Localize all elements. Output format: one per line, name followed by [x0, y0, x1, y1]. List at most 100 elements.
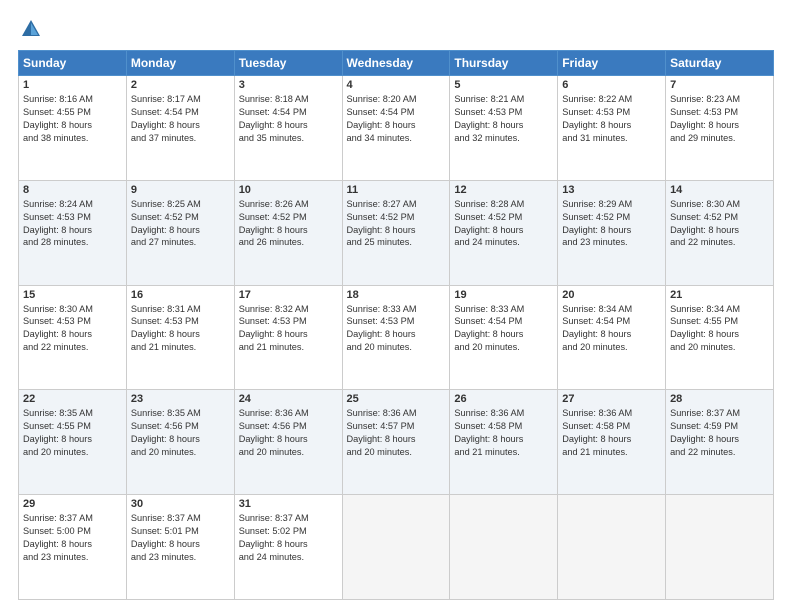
calendar-cell: 29Sunrise: 8:37 AMSunset: 5:00 PMDayligh… [19, 495, 127, 600]
day-number: 2 [131, 79, 230, 91]
day-number: 14 [670, 184, 769, 196]
day-number: 17 [239, 289, 338, 301]
day-number: 8 [23, 184, 122, 196]
day-number: 6 [562, 79, 661, 91]
day-number: 13 [562, 184, 661, 196]
calendar-cell: 15Sunrise: 8:30 AMSunset: 4:53 PMDayligh… [19, 285, 127, 390]
calendar-cell: 6 Sunrise: 8:22 AMSunset: 4:53 PMDaylight… [558, 76, 666, 181]
day-info: Sunrise: 8:33 AMSunset: 4:54 PMDaylight:… [454, 303, 553, 355]
day-info: Sunrise: 8:37 AMSunset: 5:00 PMDaylight:… [23, 512, 122, 564]
calendar-cell: 9 Sunrise: 8:25 AMSunset: 4:52 PMDaylight… [126, 180, 234, 285]
calendar-cell: 12 Sunrise: 8:28 AMSunset: 4:52 PMDayligh… [450, 180, 558, 285]
day-info: Sunrise: 8:22 AMSunset: 4:53 PMDaylight:… [562, 93, 661, 145]
calendar-header-saturday: Saturday [666, 51, 774, 76]
calendar-cell: 28Sunrise: 8:37 AMSunset: 4:59 PMDayligh… [666, 390, 774, 495]
calendar-cell: 20Sunrise: 8:34 AMSunset: 4:54 PMDayligh… [558, 285, 666, 390]
calendar-cell [558, 495, 666, 600]
calendar-cell: 21 Sunrise: 8:34 AMSunset: 4:55 PMDayligh… [666, 285, 774, 390]
day-info: Sunrise: 8:20 AMSunset: 4:54 PMDaylight:… [347, 93, 446, 145]
calendar-table: SundayMondayTuesdayWednesdayThursdayFrid… [18, 50, 774, 600]
day-info: Sunrise: 8:36 AMSunset: 4:58 PMDaylight:… [454, 407, 553, 459]
calendar-cell: 16Sunrise: 8:31 AMSunset: 4:53 PMDayligh… [126, 285, 234, 390]
calendar-cell: 13 Sunrise: 8:29 AMSunset: 4:52 PMDayligh… [558, 180, 666, 285]
calendar-cell: 31 Sunrise: 8:37 AMSunset: 5:02 PMDayligh… [234, 495, 342, 600]
calendar-cell: 30 Sunrise: 8:37 AMSunset: 5:01 PMDayligh… [126, 495, 234, 600]
calendar-cell: 17 Sunrise: 8:32 AMSunset: 4:53 PMDayligh… [234, 285, 342, 390]
day-info: Sunrise: 8:36 AMSunset: 4:56 PMDaylight:… [239, 407, 338, 459]
calendar-cell: 23 Sunrise: 8:35 AMSunset: 4:56 PMDayligh… [126, 390, 234, 495]
calendar-cell: 2 Sunrise: 8:17 AMSunset: 4:54 PMDaylight… [126, 76, 234, 181]
day-number: 19 [454, 289, 553, 301]
day-info: Sunrise: 8:30 AMSunset: 4:52 PMDaylight:… [670, 198, 769, 250]
day-info: Sunrise: 8:25 AMSunset: 4:52 PMDaylight:… [131, 198, 230, 250]
day-number: 28 [670, 393, 769, 405]
day-info: Sunrise: 8:32 AMSunset: 4:53 PMDaylight:… [239, 303, 338, 355]
header [18, 18, 774, 40]
day-number: 30 [131, 498, 230, 510]
day-number: 12 [454, 184, 553, 196]
calendar-header-wednesday: Wednesday [342, 51, 450, 76]
calendar-header-tuesday: Tuesday [234, 51, 342, 76]
day-number: 1 [23, 79, 122, 91]
calendar-cell [450, 495, 558, 600]
calendar-cell: 26 Sunrise: 8:36 AMSunset: 4:58 PMDayligh… [450, 390, 558, 495]
day-info: Sunrise: 8:17 AMSunset: 4:54 PMDaylight:… [131, 93, 230, 145]
day-info: Sunrise: 8:23 AMSunset: 4:53 PMDaylight:… [670, 93, 769, 145]
calendar-cell: 4 Sunrise: 8:20 AMSunset: 4:54 PMDaylight… [342, 76, 450, 181]
day-number: 9 [131, 184, 230, 196]
day-number: 21 [670, 289, 769, 301]
day-number: 26 [454, 393, 553, 405]
day-number: 25 [347, 393, 446, 405]
calendar-cell: 19 Sunrise: 8:33 AMSunset: 4:54 PMDayligh… [450, 285, 558, 390]
day-number: 27 [562, 393, 661, 405]
calendar-cell: 18Sunrise: 8:33 AMSunset: 4:53 PMDayligh… [342, 285, 450, 390]
day-number: 11 [347, 184, 446, 196]
day-info: Sunrise: 8:27 AMSunset: 4:52 PMDaylight:… [347, 198, 446, 250]
logo [18, 18, 42, 40]
day-info: Sunrise: 8:28 AMSunset: 4:52 PMDaylight:… [454, 198, 553, 250]
day-number: 7 [670, 79, 769, 91]
day-info: Sunrise: 8:29 AMSunset: 4:52 PMDaylight:… [562, 198, 661, 250]
day-info: Sunrise: 8:16 AMSunset: 4:55 PMDaylight:… [23, 93, 122, 145]
calendar-header-monday: Monday [126, 51, 234, 76]
calendar-cell: 7 Sunrise: 8:23 AMSunset: 4:53 PMDaylight… [666, 76, 774, 181]
day-number: 22 [23, 393, 122, 405]
day-info: Sunrise: 8:21 AMSunset: 4:53 PMDaylight:… [454, 93, 553, 145]
day-info: Sunrise: 8:24 AMSunset: 4:53 PMDaylight:… [23, 198, 122, 250]
calendar-header-row: SundayMondayTuesdayWednesdayThursdayFrid… [19, 51, 774, 76]
day-info: Sunrise: 8:36 AMSunset: 4:58 PMDaylight:… [562, 407, 661, 459]
day-number: 5 [454, 79, 553, 91]
day-info: Sunrise: 8:26 AMSunset: 4:52 PMDaylight:… [239, 198, 338, 250]
calendar-cell [342, 495, 450, 600]
calendar-cell: 5 Sunrise: 8:21 AMSunset: 4:53 PMDaylight… [450, 76, 558, 181]
calendar-header-friday: Friday [558, 51, 666, 76]
calendar-cell: 10 Sunrise: 8:26 AMSunset: 4:52 PMDayligh… [234, 180, 342, 285]
logo-icon [20, 18, 42, 40]
calendar-cell: 27 Sunrise: 8:36 AMSunset: 4:58 PMDayligh… [558, 390, 666, 495]
calendar-header-thursday: Thursday [450, 51, 558, 76]
day-number: 24 [239, 393, 338, 405]
day-info: Sunrise: 8:36 AMSunset: 4:57 PMDaylight:… [347, 407, 446, 459]
day-number: 16 [131, 289, 230, 301]
day-info: Sunrise: 8:18 AMSunset: 4:54 PMDaylight:… [239, 93, 338, 145]
calendar-cell [666, 495, 774, 600]
day-number: 23 [131, 393, 230, 405]
calendar-cell: 8 Sunrise: 8:24 AMSunset: 4:53 PMDaylight… [19, 180, 127, 285]
day-info: Sunrise: 8:37 AMSunset: 5:02 PMDaylight:… [239, 512, 338, 564]
calendar-cell: 11 Sunrise: 8:27 AMSunset: 4:52 PMDayligh… [342, 180, 450, 285]
day-number: 4 [347, 79, 446, 91]
day-number: 31 [239, 498, 338, 510]
day-info: Sunrise: 8:34 AMSunset: 4:55 PMDaylight:… [670, 303, 769, 355]
day-info: Sunrise: 8:35 AMSunset: 4:56 PMDaylight:… [131, 407, 230, 459]
calendar-cell: 3Sunrise: 8:18 AMSunset: 4:54 PMDaylight… [234, 76, 342, 181]
day-info: Sunrise: 8:37 AMSunset: 5:01 PMDaylight:… [131, 512, 230, 564]
day-number: 18 [347, 289, 446, 301]
calendar-cell: 1 Sunrise: 8:16 AMSunset: 4:55 PMDaylight… [19, 76, 127, 181]
calendar-header-sunday: Sunday [19, 51, 127, 76]
calendar-cell: 14 Sunrise: 8:30 AMSunset: 4:52 PMDayligh… [666, 180, 774, 285]
day-number: 20 [562, 289, 661, 301]
day-info: Sunrise: 8:35 AMSunset: 4:55 PMDaylight:… [23, 407, 122, 459]
day-info: Sunrise: 8:30 AMSunset: 4:53 PMDaylight:… [23, 303, 122, 355]
calendar-cell: 25 Sunrise: 8:36 AMSunset: 4:57 PMDayligh… [342, 390, 450, 495]
day-number: 10 [239, 184, 338, 196]
